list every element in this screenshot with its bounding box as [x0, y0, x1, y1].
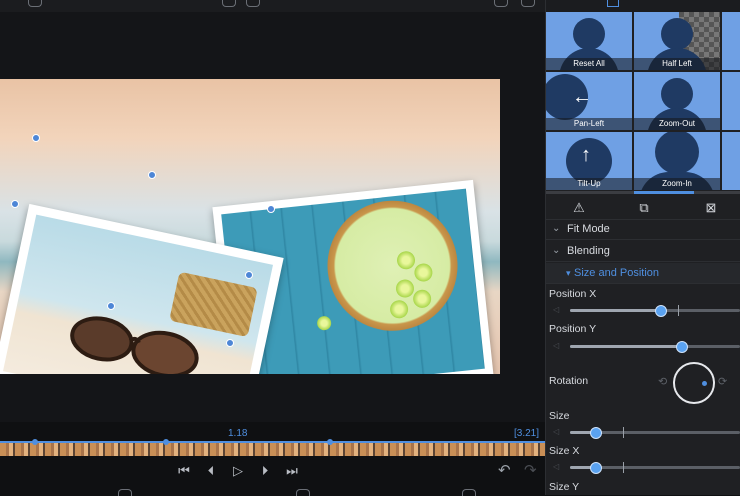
panel-tabs: ⚠ ⧉ ⊠: [546, 197, 740, 220]
panel-header: [546, 0, 740, 12]
timeline-keyframe[interactable]: [32, 439, 38, 445]
warning-icon[interactable]: ⚠: [571, 200, 587, 216]
toolbar-icon[interactable]: [28, 0, 42, 7]
redo-icon[interactable]: ↷: [524, 461, 537, 479]
speaker-icon: ◁: [553, 427, 560, 436]
play-icon[interactable]: ▷: [227, 460, 249, 482]
rotate-right-icon[interactable]: ⟳: [718, 375, 727, 388]
size-slider[interactable]: [570, 427, 740, 439]
position-y-slider[interactable]: [570, 341, 740, 353]
speaker-icon: ◁: [553, 305, 560, 314]
preset-partial[interactable]: [722, 132, 740, 190]
skip-to-start-icon[interactable]: ⏮: [173, 460, 195, 482]
chevron-down-icon: ⌄: [552, 223, 561, 234]
preset-pan-left[interactable]: ← Pan-Left: [546, 72, 632, 130]
position-x-slider[interactable]: [570, 305, 740, 317]
undo-icon[interactable]: ↶: [498, 461, 511, 479]
size-y-label: Size Y: [549, 481, 580, 493]
current-time: 1.18: [228, 428, 248, 439]
chevron-down-icon: ⌄: [552, 245, 561, 256]
timeline-track[interactable]: [0, 442, 545, 456]
speaker-icon: ◁: [553, 341, 560, 350]
presets-scrollbar[interactable]: [546, 191, 740, 194]
crop-icon[interactable]: ⧉: [636, 200, 652, 216]
size-x-label: Size X: [549, 445, 580, 457]
timeline-keyframe[interactable]: [163, 439, 169, 445]
chevron-down-icon: ▾: [566, 268, 571, 278]
size-knob[interactable]: [590, 427, 602, 439]
toolbar-icon[interactable]: [246, 0, 260, 7]
arrow-up-icon: ↑: [581, 144, 591, 166]
position-x-label: Position X: [549, 288, 597, 300]
transport-controls: ⏮ ⏴ ▷ ⏵ ⏭: [170, 460, 310, 482]
toolbar-icon[interactable]: [521, 0, 535, 7]
panel-header-icon[interactable]: [607, 0, 619, 7]
section-blending[interactable]: ⌄ Blending: [546, 241, 740, 262]
rotate-left-icon[interactable]: ⟲: [658, 375, 667, 388]
selection-handle[interactable]: [32, 134, 40, 142]
rotation-label: Rotation: [549, 375, 589, 387]
preset-tilt-up[interactable]: ↑ Tilt-Up: [546, 132, 632, 190]
position-x-knob[interactable]: [655, 305, 667, 317]
size-label: Size: [549, 410, 570, 422]
selection-handle[interactable]: [245, 271, 253, 279]
size-x-slider[interactable]: [570, 462, 740, 474]
timeline-keyframe[interactable]: [327, 439, 333, 445]
preset-reset-all[interactable]: Reset All: [546, 12, 632, 70]
speaker-icon: ◁: [553, 462, 560, 471]
rotation-dial[interactable]: [673, 362, 715, 404]
total-duration: [3.21]: [514, 428, 540, 439]
position-y-label: Position Y: [549, 323, 597, 335]
step-back-icon[interactable]: ⏴: [200, 460, 222, 482]
selection-handle[interactable]: [267, 205, 275, 213]
preset-partial[interactable]: [722, 12, 740, 70]
size-x-knob[interactable]: [590, 462, 602, 474]
background-photo: [0, 79, 500, 374]
step-forward-icon[interactable]: ⏵: [254, 460, 276, 482]
section-fit-mode[interactable]: ⌄ Fit Mode: [546, 219, 740, 240]
mask-icon[interactable]: ⊠: [703, 200, 719, 216]
preset-zoom-out[interactable]: Zoom-Out: [634, 72, 720, 130]
motion-presets-grid: Reset All Half Left ← Pan-Left Zoom-Out …: [546, 12, 740, 190]
section-size-position[interactable]: ▾ Size and Position: [546, 263, 740, 284]
selection-handle[interactable]: [148, 171, 156, 179]
selection-handle[interactable]: [107, 302, 115, 310]
toolbar-icon[interactable]: [494, 0, 508, 7]
person-icon: [661, 18, 693, 50]
preset-partial[interactable]: [722, 72, 740, 130]
preset-half-left[interactable]: Half Left: [634, 12, 720, 70]
timeline-playhead-bar: [0, 441, 545, 443]
preset-zoom-in[interactable]: Zoom-In: [634, 132, 720, 190]
person-icon: [573, 18, 605, 50]
toolbar-icon[interactable]: [222, 0, 236, 7]
selection-handle[interactable]: [226, 339, 234, 347]
person-icon: [661, 78, 693, 110]
skip-to-end-icon[interactable]: ⏭: [281, 460, 303, 482]
person-icon: [655, 132, 699, 174]
position-y-knob[interactable]: [676, 341, 688, 353]
rotation-indicator: [702, 381, 707, 386]
selection-handle[interactable]: [11, 200, 19, 208]
arrow-left-icon: ←: [572, 86, 592, 108]
